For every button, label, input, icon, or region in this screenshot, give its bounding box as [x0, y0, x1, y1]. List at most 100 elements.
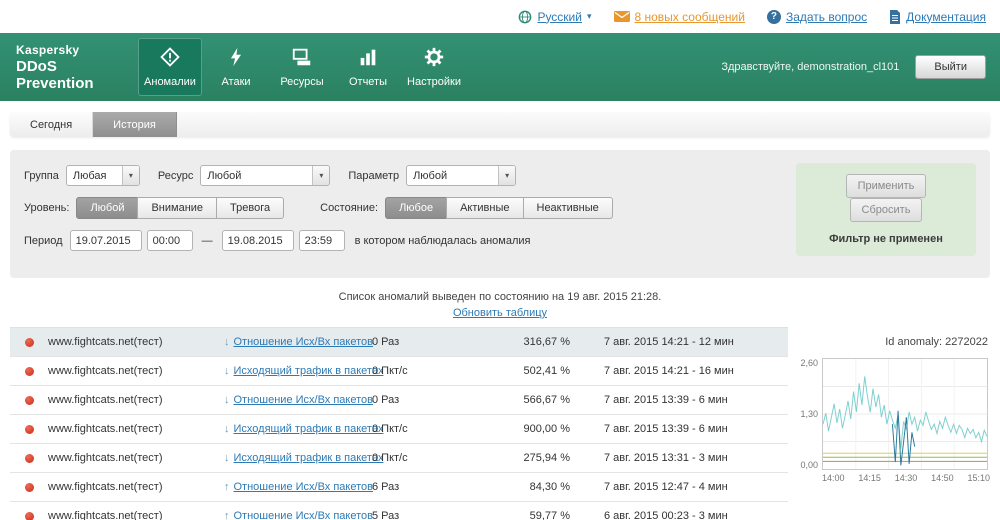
globe-icon [518, 10, 532, 24]
anomaly-status-dot [25, 483, 34, 492]
documentation-link[interactable]: Документация [889, 10, 986, 24]
parameter-link[interactable]: Отношение Исх/Вх пакетов [234, 510, 374, 520]
table-row[interactable]: www.fightcats.net(тест) ↓ Исходящий траф… [10, 357, 788, 386]
parameter-link[interactable]: Исходящий трафик в пакетах [234, 452, 384, 464]
parameter-link[interactable]: Отношение Исх/Вх пакетов [234, 394, 374, 406]
nav-item-attacks[interactable]: Атаки [204, 38, 268, 96]
state-option-0[interactable]: Любое [385, 197, 447, 219]
parameter-link[interactable]: Исходящий трафик в пакетах [234, 423, 384, 435]
content: www.fightcats.net(тест) ↓ Отношение Исх/… [10, 327, 990, 520]
level-option-0[interactable]: Любой [76, 197, 138, 219]
filter-status-panel: Применить Сбросить Фильтр не применен [796, 163, 976, 256]
group-select-value: Любая [67, 170, 122, 182]
anomaly-status-dot [25, 454, 34, 463]
y-tick-label: 1,30 [800, 409, 818, 419]
state-label: Состояние: [320, 202, 378, 214]
state-option-1[interactable]: Активные [446, 197, 523, 219]
anomaly-period: 7 авг. 2015 12:47 - 4 мин [570, 481, 788, 493]
logout-button[interactable]: Выйти [915, 55, 986, 79]
table-status: Список аномалий выведен по состоянию на … [0, 291, 1000, 319]
table-row[interactable]: www.fightcats.net(тест) ↓ Исходящий траф… [10, 415, 788, 444]
x-tick-label: 14:00 [822, 473, 845, 483]
level-option-2[interactable]: Тревога [216, 197, 284, 219]
chevron-down-icon [498, 166, 515, 185]
date-to-input[interactable] [222, 230, 294, 251]
level-option-1[interactable]: Внимание [137, 197, 217, 219]
anomaly-percent: 316,67 % [470, 336, 570, 348]
chart-y-labels: 2,601,300,00 [798, 358, 822, 470]
resource-name: www.fightcats.net(тест) [48, 452, 224, 464]
y-tick-label: 0,00 [800, 460, 818, 470]
time-to-input[interactable] [299, 230, 345, 251]
parameter-select[interactable]: Любой [406, 165, 516, 186]
table-row[interactable]: www.fightcats.net(тест) ↑ Отношение Исх/… [10, 473, 788, 502]
parameter-cell: ↓ Исходящий трафик в пакетах [224, 452, 372, 464]
language-switcher[interactable]: Русский▾ [518, 10, 591, 24]
resource-select[interactable]: Любой [200, 165, 330, 186]
period-note: в котором наблюдалась аномалия [355, 235, 531, 247]
table-row[interactable]: www.fightcats.net(тест) ↓ Исходящий траф… [10, 444, 788, 473]
nav-item-label: Отчеты [349, 76, 387, 88]
table-row[interactable]: www.fightcats.net(тест) ↑ Отношение Исх/… [10, 502, 788, 520]
date-from-input[interactable] [70, 230, 142, 251]
status-cell [10, 367, 48, 376]
anomaly-status-dot [25, 425, 34, 434]
top-link-label: 8 новых сообщений [635, 10, 745, 24]
topbar: Русский▾ 8 новых сообщений ?Задать вопрос Д… [0, 0, 1000, 33]
top-link-label: Документация [906, 10, 986, 24]
refresh-table-link[interactable]: Обновить таблицу [453, 307, 547, 319]
document-icon [889, 10, 901, 24]
arrow-down-icon: ↓ [224, 394, 230, 406]
arrow-down-icon: ↓ [224, 336, 230, 348]
messages-link[interactable]: 8 новых сообщений [614, 10, 745, 24]
tab-today[interactable]: Сегодня [10, 112, 93, 137]
resource-name: www.fightcats.net(тест) [48, 394, 224, 406]
nav-item-resources[interactable]: Ресурсы [270, 38, 334, 96]
anomaly-value: 6 Раз [372, 481, 470, 493]
arrow-down-icon: ↓ [224, 423, 230, 435]
anomaly-status-dot [25, 338, 34, 347]
chevron-down-icon: ▾ [587, 11, 592, 22]
resource-name: www.fightcats.net(тест) [48, 481, 224, 493]
filter-buttons: Применить Сбросить [804, 174, 968, 222]
parameter-cell: ↓ Отношение Исх/Вх пакетов [224, 336, 372, 348]
lightning-icon [225, 46, 247, 71]
ask-question-link[interactable]: ?Задать вопрос [767, 10, 867, 24]
chart-title: Id anomaly: 2272022 [798, 336, 988, 348]
server-icon [291, 46, 313, 71]
tab-history[interactable]: История [93, 112, 177, 137]
nav-item-settings[interactable]: Настройки [402, 38, 466, 96]
anomaly-chart[interactable] [822, 358, 988, 470]
state-option-2[interactable]: Неактивные [523, 197, 613, 219]
parameter-link[interactable]: Исходящий трафик в пакетах [234, 365, 384, 377]
nav-item-label: Настройки [407, 76, 461, 88]
gear-icon [423, 46, 445, 71]
anomaly-percent: 900,00 % [470, 423, 570, 435]
time-from-input[interactable] [147, 230, 193, 251]
parameter-link[interactable]: Отношение Исх/Вх пакетов [234, 481, 374, 493]
x-tick-label: 14:50 [931, 473, 954, 483]
nav-item-reports[interactable]: Отчеты [336, 38, 400, 96]
filter-status-text: Фильтр не применен [804, 233, 968, 245]
period-label: Период [24, 235, 63, 247]
parameter-link[interactable]: Отношение Исх/Вх пакетов [234, 336, 374, 348]
table-row[interactable]: www.fightcats.net(тест) ↓ Отношение Исх/… [10, 386, 788, 415]
group-select[interactable]: Любая [66, 165, 140, 186]
bar-chart-icon [357, 46, 379, 71]
arrow-up-icon: ↑ [224, 481, 230, 493]
table-row[interactable]: www.fightcats.net(тест) ↓ Отношение Исх/… [10, 328, 788, 357]
status-cell [10, 425, 48, 434]
status-cell [10, 454, 48, 463]
nav-item-anomalies[interactable]: Аномалии [138, 38, 202, 96]
apply-button[interactable]: Применить [846, 174, 927, 198]
question-icon: ? [767, 10, 781, 24]
anomaly-percent: 275,94 % [470, 452, 570, 464]
anomaly-value: 0 Раз [372, 394, 470, 406]
reset-button[interactable]: Сбросить [850, 198, 923, 222]
chart-x-labels: 14:0014:1514:3014:5015:10 [822, 473, 990, 483]
resource-label: Ресурс [158, 170, 193, 182]
tab-strip: Сегодня История [10, 112, 990, 137]
status-cell [10, 483, 48, 492]
parameter-cell: ↓ Исходящий трафик в пакетах [224, 365, 372, 377]
anomaly-percent: 502,41 % [470, 365, 570, 377]
